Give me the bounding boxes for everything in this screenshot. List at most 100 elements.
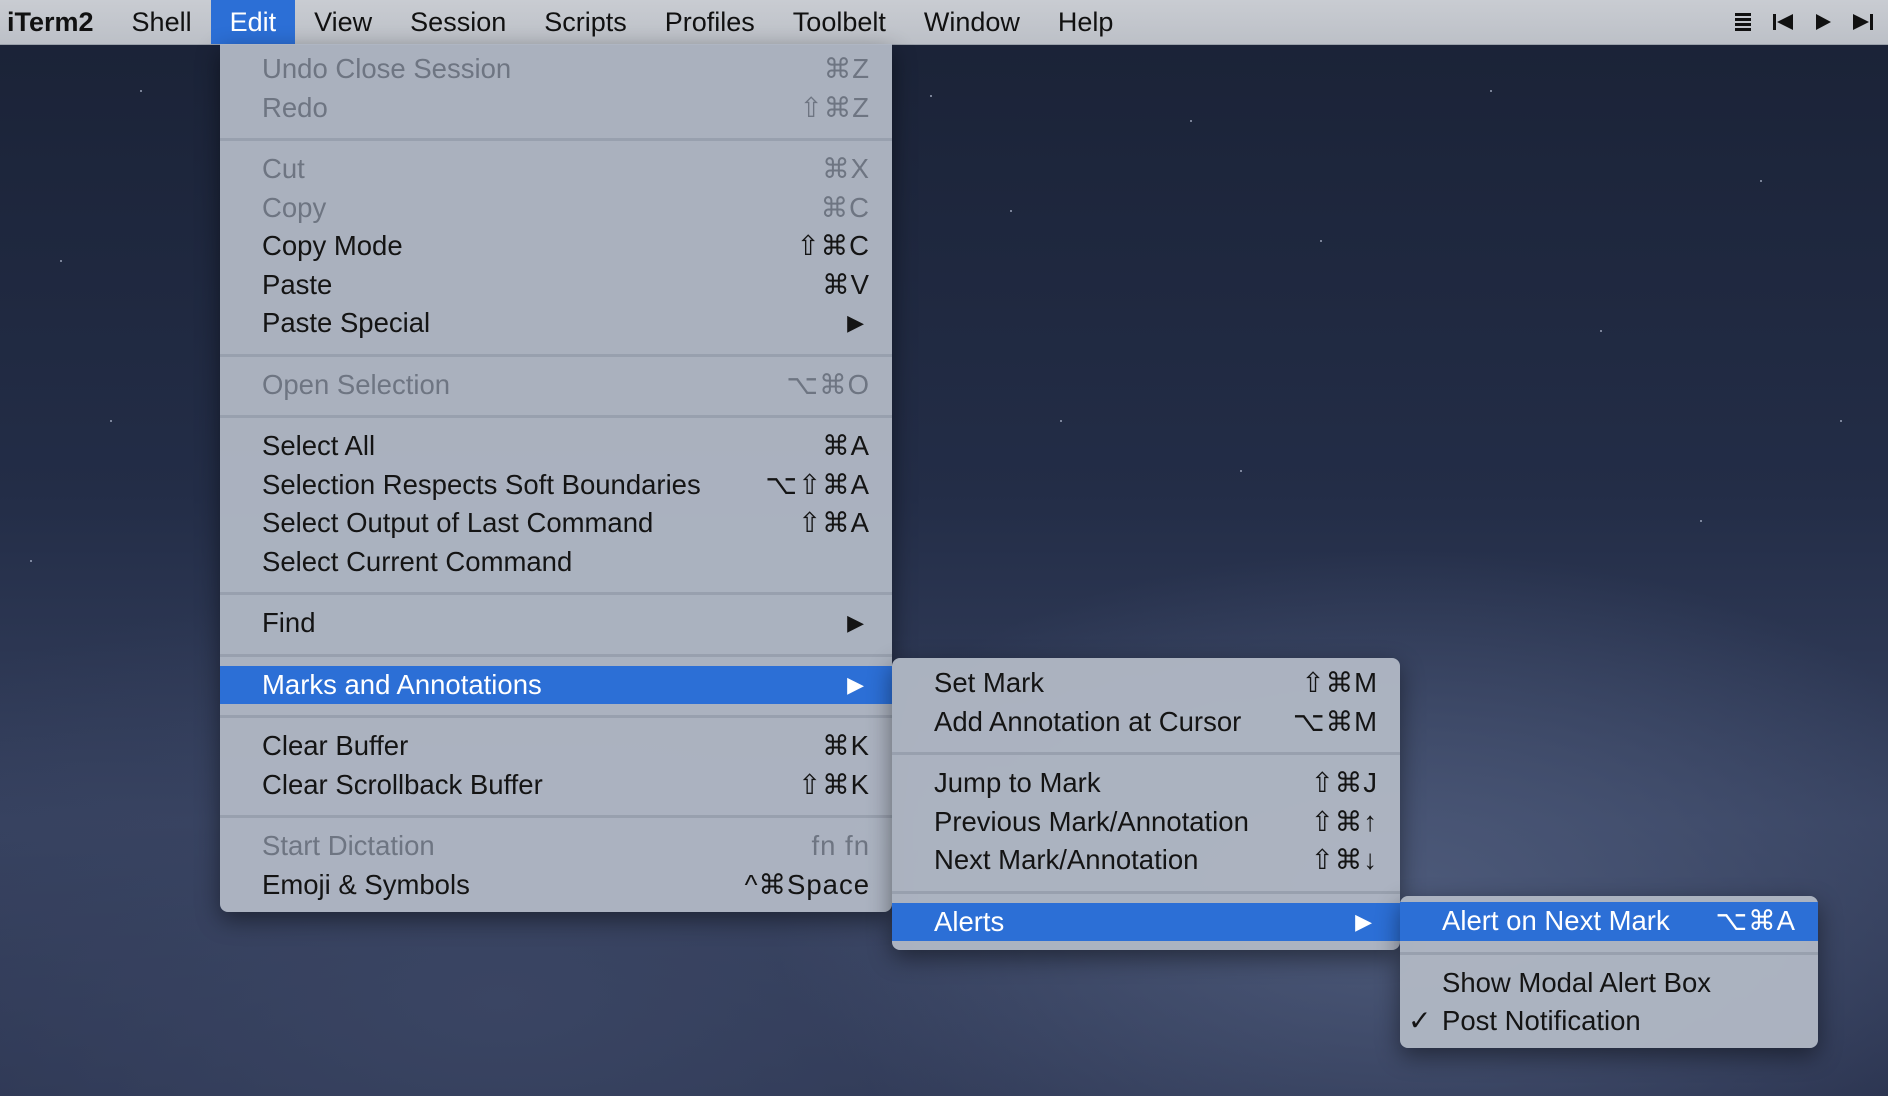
- menubar-shell[interactable]: Shell: [113, 0, 211, 44]
- menu-item-copy-mode[interactable]: Copy Mode ⇧⌘C: [220, 227, 892, 266]
- submenu-arrow-icon: ▶: [1355, 908, 1372, 934]
- menu-item-shortcut: ^⌘Space: [744, 868, 870, 900]
- menu-item-label: Select Output of Last Command: [262, 507, 654, 538]
- menu-item-find[interactable]: Find ▶: [220, 604, 892, 643]
- menu-item-shortcut: ⌥⇧⌘A: [765, 468, 870, 500]
- menu-item-clear-buffer[interactable]: Clear Buffer ⌘K: [220, 727, 892, 766]
- menubar-extras: [1734, 0, 1874, 44]
- menu-item-marks-and-annotations[interactable]: Marks and Annotations ▶: [220, 665, 892, 704]
- menu-separator: [892, 752, 1400, 755]
- play-icon[interactable]: [1814, 12, 1832, 32]
- menubar-view[interactable]: View: [295, 0, 391, 44]
- menu-item-label: Start Dictation: [262, 830, 435, 861]
- menu-item-open-selection[interactable]: Open Selection ⌥⌘O: [220, 366, 892, 405]
- menu-item-add-annotation-at-cursor[interactable]: Add Annotation at Cursor ⌥⌘M: [892, 703, 1400, 742]
- menu-separator: [220, 592, 892, 595]
- menu-item-shortcut: fn fn: [811, 830, 870, 861]
- menu-item-next-mark-annotation[interactable]: Next Mark/Annotation ⇧⌘↓: [892, 841, 1400, 880]
- menu-item-shortcut: ⇧⌘J: [1310, 767, 1378, 798]
- menu-item-clear-scrollback-buffer[interactable]: Clear Scrollback Buffer ⇧⌘K: [220, 766, 892, 805]
- skip-back-icon[interactable]: [1772, 12, 1794, 32]
- menu-separator: [1400, 951, 1818, 955]
- menu-item-label: Paste Special: [262, 307, 431, 338]
- menu-item-post-notification[interactable]: ✓ Post Notification: [1400, 1002, 1818, 1041]
- menu-item-alerts[interactable]: Alerts ▶: [892, 902, 1400, 941]
- menu-item-label: Jump to Mark: [934, 767, 1101, 798]
- menu-item-previous-mark-annotation[interactable]: Previous Mark/Annotation ⇧⌘↑: [892, 803, 1400, 842]
- menu-item-undo-close-session[interactable]: Undo Close Session ⌘Z: [220, 50, 892, 89]
- menubar-help[interactable]: Help: [1039, 0, 1133, 44]
- menu-item-label: Emoji & Symbols: [262, 868, 470, 900]
- menu-item-jump-to-mark[interactable]: Jump to Mark ⇧⌘J: [892, 764, 1400, 803]
- menu-item-label: Previous Mark/Annotation: [934, 805, 1249, 837]
- menu-item-cut[interactable]: Cut ⌘X: [220, 150, 892, 189]
- menu-item-set-mark[interactable]: Set Mark ⇧⌘M: [892, 664, 1400, 703]
- menu-separator: [220, 815, 892, 818]
- menu-separator: [892, 890, 1400, 894]
- menu-item-shortcut: ⌘A: [822, 430, 870, 461]
- menu-item-label: Undo Close Session: [262, 53, 512, 84]
- menu-item-shortcut: ⌥⌘A: [1715, 905, 1796, 936]
- menu-item-shortcut: ⇧⌘↓: [1310, 844, 1378, 875]
- menu-item-label: Post Notification: [1442, 1005, 1641, 1036]
- menu-item-label: Alerts: [934, 905, 1005, 937]
- submenu-arrow-icon: ▶: [847, 610, 864, 635]
- menu-item-shortcut: ⇧⌘Z: [799, 91, 870, 123]
- menu-item-label: Select All: [262, 430, 376, 461]
- menu-item-selection-respects-soft-boundaries[interactable]: Selection Respects Soft Boundaries ⌥⇧⌘A: [220, 466, 892, 505]
- menu-item-shortcut: ⇧⌘K: [798, 768, 870, 800]
- menu-item-label: Marks and Annotations: [262, 668, 542, 700]
- menubar-scripts[interactable]: Scripts: [525, 0, 646, 44]
- menu-item-shortcut: ⌥⌘M: [1292, 705, 1378, 737]
- menu-separator: [220, 715, 892, 718]
- menu-item-select-current-command[interactable]: Select Current Command: [220, 543, 892, 582]
- menu-item-label: Find: [262, 607, 316, 638]
- menubar-session[interactable]: Session: [391, 0, 525, 44]
- menubar-edit[interactable]: Edit: [210, 0, 296, 44]
- submenu-arrow-icon: ▶: [847, 310, 864, 335]
- menu-item-label: Set Mark: [934, 667, 1045, 698]
- menu-item-label: Clear Scrollback Buffer: [262, 768, 543, 800]
- menubar-profiles[interactable]: Profiles: [646, 0, 774, 44]
- menubar-toolbelt[interactable]: Toolbelt: [774, 0, 905, 44]
- menu-item-label: Select Current Command: [262, 545, 573, 577]
- menu-item-alert-on-next-mark[interactable]: Alert on Next Mark ⌥⌘A: [1400, 902, 1818, 941]
- menu-item-label: Cut: [262, 153, 305, 184]
- menu-separator: [220, 653, 892, 657]
- menu-item-label: Show Modal Alert Box: [1442, 966, 1712, 998]
- edit-menu: Undo Close Session ⌘Z Redo ⇧⌘Z Cut ⌘X Co…: [220, 44, 892, 912]
- menu-item-shortcut: ⇧⌘↑: [1310, 805, 1378, 837]
- menu-item-shortcut: ⌘C: [820, 191, 870, 223]
- menu-item-select-output-last-command[interactable]: Select Output of Last Command ⇧⌘A: [220, 504, 892, 543]
- menu-item-label: Redo: [262, 91, 328, 123]
- menu-item-start-dictation[interactable]: Start Dictation fn fn: [220, 827, 892, 866]
- skip-forward-icon[interactable]: [1852, 12, 1874, 32]
- menu-item-label: Clear Buffer: [262, 730, 409, 761]
- menu-item-show-modal-alert-box[interactable]: Show Modal Alert Box: [1400, 964, 1818, 1003]
- menubar-app-iterm2[interactable]: iTerm2: [0, 0, 113, 44]
- menu-separator: [220, 138, 892, 141]
- menu-item-label: Paste: [262, 268, 333, 300]
- menu-item-label: Next Mark/Annotation: [934, 844, 1199, 875]
- menu-item-select-all[interactable]: Select All ⌘A: [220, 427, 892, 466]
- menu-item-shortcut: ⇧⌘A: [798, 507, 870, 538]
- menu-item-label: Alert on Next Mark: [1442, 905, 1670, 936]
- menu-item-redo[interactable]: Redo ⇧⌘Z: [220, 89, 892, 128]
- menu-item-shortcut: ⇧⌘M: [1301, 667, 1378, 698]
- marks-annotations-submenu: Set Mark ⇧⌘M Add Annotation at Cursor ⌥⌘…: [892, 658, 1400, 950]
- menu-item-shortcut: ⌘Z: [823, 53, 870, 84]
- menu-item-paste-special[interactable]: Paste Special ▶: [220, 304, 892, 343]
- menu-separator: [220, 353, 892, 357]
- menu-item-label: Selection Respects Soft Boundaries: [262, 468, 701, 500]
- menu-item-shortcut: ⇧⌘C: [796, 230, 870, 261]
- menu-item-shortcut: ⌘X: [822, 153, 870, 184]
- menu-item-shortcut: ⌘K: [822, 730, 870, 761]
- menu-item-paste[interactable]: Paste ⌘V: [220, 266, 892, 305]
- menu-item-label: Open Selection: [262, 368, 451, 400]
- menu-item-copy[interactable]: Copy ⌘C: [220, 189, 892, 228]
- menu-item-label: Copy: [262, 191, 327, 223]
- menu-item-emoji-symbols[interactable]: Emoji & Symbols ^⌘Space: [220, 866, 892, 905]
- list-icon[interactable]: [1734, 11, 1752, 33]
- menu-item-shortcut: ⌘V: [822, 268, 870, 300]
- menubar-window[interactable]: Window: [905, 0, 1039, 44]
